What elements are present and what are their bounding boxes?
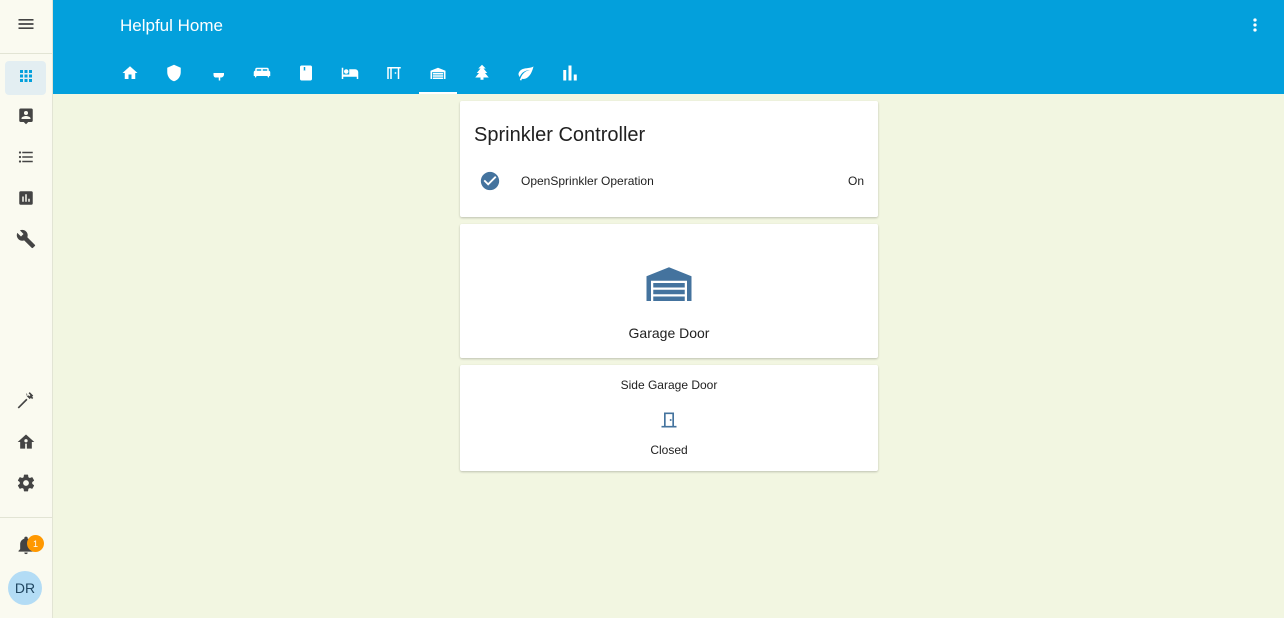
hacs-icon — [16, 432, 36, 457]
shield-icon — [165, 64, 183, 87]
view-tabs — [108, 56, 592, 94]
sidebar-header — [0, 0, 52, 54]
entity-state: Closed — [650, 443, 688, 457]
app-title: Helpful Home — [120, 16, 223, 35]
entity-name: Side Garage Door — [620, 378, 718, 392]
card-title: Sprinkler Controller — [474, 124, 646, 146]
gear-icon — [16, 473, 36, 498]
wrench-icon — [16, 229, 36, 254]
menu-icon[interactable] — [16, 14, 36, 39]
history-icon — [17, 189, 35, 212]
more-options-button[interactable] — [1243, 15, 1267, 39]
bathtub-icon — [209, 64, 227, 87]
sidebar-item-developer[interactable] — [5, 386, 46, 420]
tab-statistics[interactable] — [548, 56, 592, 94]
tab-bedroom[interactable] — [328, 56, 372, 94]
tab-home[interactable] — [108, 56, 152, 94]
pine-tree-icon — [473, 64, 491, 87]
overview-icon — [17, 67, 35, 90]
tab-outdoor[interactable] — [460, 56, 504, 94]
home-icon — [121, 64, 139, 87]
tab-living-room[interactable] — [240, 56, 284, 94]
leaf-icon — [517, 64, 535, 87]
tab-energy[interactable] — [504, 56, 548, 94]
sidebar-item-hacs[interactable] — [5, 427, 46, 461]
entity-state: On — [847, 174, 864, 188]
sidebar-divider — [0, 517, 52, 518]
side-garage-door-card[interactable]: Side Garage Door Closed — [460, 365, 878, 471]
header: Helpful Home — [53, 0, 1284, 94]
tab-library[interactable] — [284, 56, 328, 94]
door-closed-icon — [659, 410, 679, 435]
map-icon — [17, 107, 35, 130]
sidebar-item-map[interactable] — [5, 101, 46, 135]
hammer-icon — [16, 391, 36, 416]
sidebar: 1 DR — [0, 0, 53, 618]
logbook-icon — [17, 148, 35, 171]
tab-security[interactable] — [152, 56, 196, 94]
book-icon — [297, 64, 315, 87]
sidebar-item-overview[interactable] — [5, 61, 46, 95]
sprinkler-card: Sprinkler Controller OpenSprinkler Opera… — [460, 101, 878, 217]
garage-icon — [642, 256, 696, 315]
tab-entrance[interactable] — [372, 56, 416, 94]
entity-name: Garage Door — [628, 325, 710, 341]
entity-row-opensprinkler[interactable]: OpenSprinkler Operation On — [474, 169, 864, 193]
avatar[interactable]: DR — [8, 571, 42, 605]
sidebar-item-tools[interactable] — [5, 224, 46, 258]
sidebar-item-history[interactable] — [5, 183, 46, 217]
sidebar-item-settings[interactable] — [5, 468, 46, 502]
garage-icon — [429, 64, 447, 87]
tab-bathroom[interactable] — [196, 56, 240, 94]
sofa-icon — [252, 64, 272, 87]
dots-vertical-icon — [1245, 15, 1265, 40]
garage-door-card[interactable]: Garage Door — [460, 224, 878, 358]
check-circle-icon — [474, 170, 506, 192]
entity-name: OpenSprinkler Operation — [521, 174, 654, 188]
bed-icon — [340, 64, 360, 87]
sidebar-item-logbook[interactable] — [5, 142, 46, 176]
tab-garage[interactable] — [416, 56, 460, 94]
door-open-icon — [385, 64, 403, 87]
notification-badge: 1 — [27, 535, 44, 552]
chart-icon — [561, 64, 579, 87]
